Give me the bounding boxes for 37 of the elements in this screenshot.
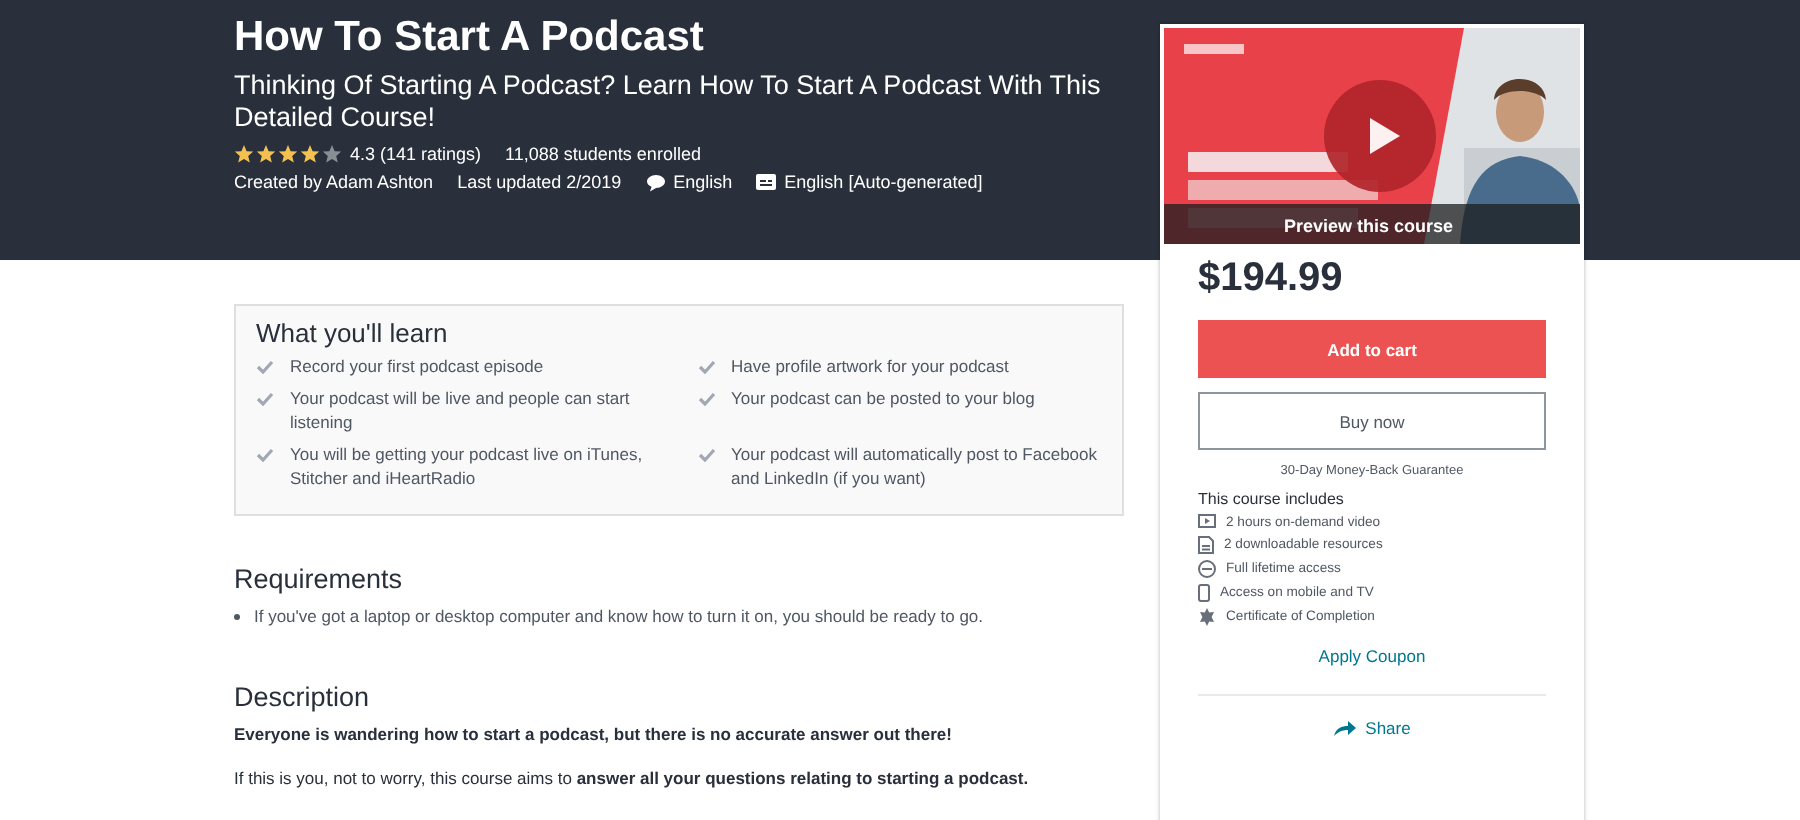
video-icon [1198, 514, 1216, 530]
rating-text: 4.3 (141 ratings) [350, 144, 482, 164]
learn-item-text: Your podcast will be live and people can start listening [290, 386, 632, 434]
enrolled-count: 11,088 students enrolled [505, 144, 701, 164]
certificate-icon [1198, 608, 1216, 626]
requirement-text: If you've got a laptop or desktop computer and know how to turn it on, you should be ready to go. [254, 606, 984, 626]
speech-bubble-icon [645, 173, 666, 191]
section-heading: Requirements [234, 564, 405, 594]
check-icon [256, 448, 274, 462]
share-icon [1333, 720, 1356, 736]
learn-item-text: Your podcast can be posted to your blog [731, 386, 1035, 412]
learn-item-text: Have profile artwork for your podcast [731, 354, 1009, 378]
learn-item-text: Record your first podcast episode [290, 354, 544, 378]
bullet-icon [234, 613, 240, 619]
author-text: Created by Adam Ashton [234, 172, 434, 192]
share-button[interactable]: Share [1321, 716, 1423, 740]
add-to-cart-button[interactable]: Add to cart [1198, 320, 1546, 378]
captions-text: English [Auto-generated] [784, 172, 983, 192]
price: $194.99 [1198, 256, 1345, 302]
learn-item-text: You will be getting your podcast live on iTunes, Stitcher and iHeartRadio [290, 442, 645, 490]
check-icon [697, 448, 715, 462]
section-heading: Description [234, 682, 372, 712]
apply-coupon-link[interactable]: Apply Coupon [1318, 646, 1426, 666]
course-title: How To Start A Podcast [234, 12, 706, 64]
updated-text: Last updated 2/2019 [457, 172, 622, 192]
language-text: English [673, 172, 733, 192]
mobile-icon [1198, 584, 1210, 602]
buy-now-button[interactable]: Buy now [1198, 392, 1546, 450]
file-icon [1198, 536, 1214, 554]
description-paragraph: If this is you, not to worry, this course aims to answer all your questions relating to starting a podcast. [234, 768, 1031, 788]
description-paragraph: Everyone is wandering how to start a podcast, but there is no accurate answer out there! [234, 724, 954, 744]
learn-item-text: Your podcast will automatically post to Facebook and LinkedIn (if you want) [731, 442, 1100, 490]
play-icon [1366, 116, 1402, 156]
captions-icon [756, 174, 777, 190]
course-subtitle: Thinking Of Starting A Podcast? Learn How To Start A Podcast With This Detailed Course! [234, 70, 1103, 134]
section-heading: What you'll learn [256, 318, 450, 348]
includes-heading: This course includes [1198, 490, 1346, 508]
